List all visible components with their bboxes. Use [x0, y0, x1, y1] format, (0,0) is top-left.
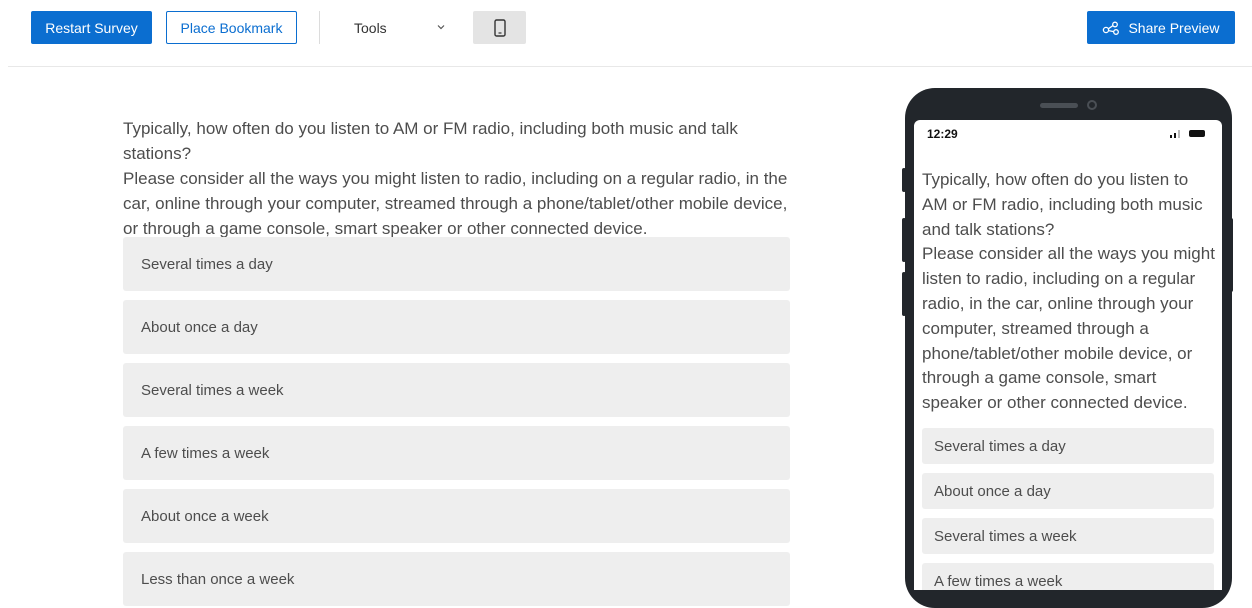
toolbar-divider — [319, 11, 320, 44]
answer-choice-label: A few times a week — [141, 444, 270, 462]
answer-choice[interactable]: Several times a day — [123, 237, 790, 291]
mobile-question-line-2: Please consider all the ways you might l… — [922, 244, 1215, 413]
share-preview-button[interactable]: Share Preview — [1087, 11, 1235, 44]
share-icon — [1103, 21, 1120, 35]
question-line-2: Please consider all the ways you might l… — [123, 169, 788, 238]
phone-side-button — [902, 272, 906, 316]
signal-icon — [1170, 130, 1180, 138]
preview-toolbar: Restart Survey Place Bookmark Tools Shar… — [0, 0, 1252, 67]
answer-choice[interactable]: A few times a week — [123, 426, 790, 480]
mobile-answer-choice-label: About once a day — [934, 482, 1051, 500]
phone-camera — [1087, 100, 1097, 110]
mobile-answer-choice[interactable]: Several times a day — [922, 428, 1214, 464]
tools-dropdown[interactable]: Tools — [338, 11, 458, 44]
answer-choice[interactable]: About once a week — [123, 489, 790, 543]
mobile-answer-choice-label: Several times a day — [934, 437, 1066, 455]
mobile-answer-choice[interactable]: A few times a week — [922, 563, 1214, 590]
mobile-preview-screen: 12:29 Typically, how often do you listen… — [914, 120, 1222, 590]
answer-choice-label: Several times a week — [141, 381, 284, 399]
mobile-answer-choice[interactable]: Several times a week — [922, 518, 1214, 554]
mobile-answer-choice-label: A few times a week — [934, 572, 1063, 590]
answer-choice[interactable]: Less than once a week — [123, 552, 790, 606]
answer-choice-label: About once a week — [141, 507, 269, 525]
status-bar-time: 12:29 — [927, 127, 958, 141]
mobile-answer-choice-label: Several times a week — [934, 527, 1077, 545]
chevron-down-icon — [437, 25, 445, 30]
phone-side-button — [902, 218, 906, 262]
answer-choice[interactable]: Several times a week — [123, 363, 790, 417]
answer-choice-label: About once a day — [141, 318, 258, 336]
question-text: Typically, how often do you listen to AM… — [123, 116, 793, 241]
mobile-view-toggle[interactable] — [473, 11, 526, 44]
phone-speaker — [1040, 103, 1078, 108]
mobile-answer-choice[interactable]: About once a day — [922, 473, 1214, 509]
toolbar-separator — [8, 66, 1252, 67]
mobile-question-line-1: Typically, how often do you listen to AM… — [922, 170, 1203, 239]
phone-side-button — [902, 168, 906, 192]
battery-icon — [1189, 130, 1205, 137]
answer-choice-label: Several times a day — [141, 255, 273, 273]
mobile-phone-icon — [493, 18, 506, 37]
mobile-question-text: Typically, how often do you listen to AM… — [922, 168, 1217, 416]
answer-choice[interactable]: About once a day — [123, 300, 790, 354]
phone-side-button — [1229, 218, 1233, 292]
share-preview-label: Share Preview — [1128, 19, 1220, 36]
question-line-1: Typically, how often do you listen to AM… — [123, 119, 738, 163]
restart-survey-button[interactable]: Restart Survey — [31, 11, 152, 44]
place-bookmark-button[interactable]: Place Bookmark — [166, 11, 297, 44]
tools-label: Tools — [354, 19, 387, 36]
answer-choice-label: Less than once a week — [141, 570, 295, 588]
